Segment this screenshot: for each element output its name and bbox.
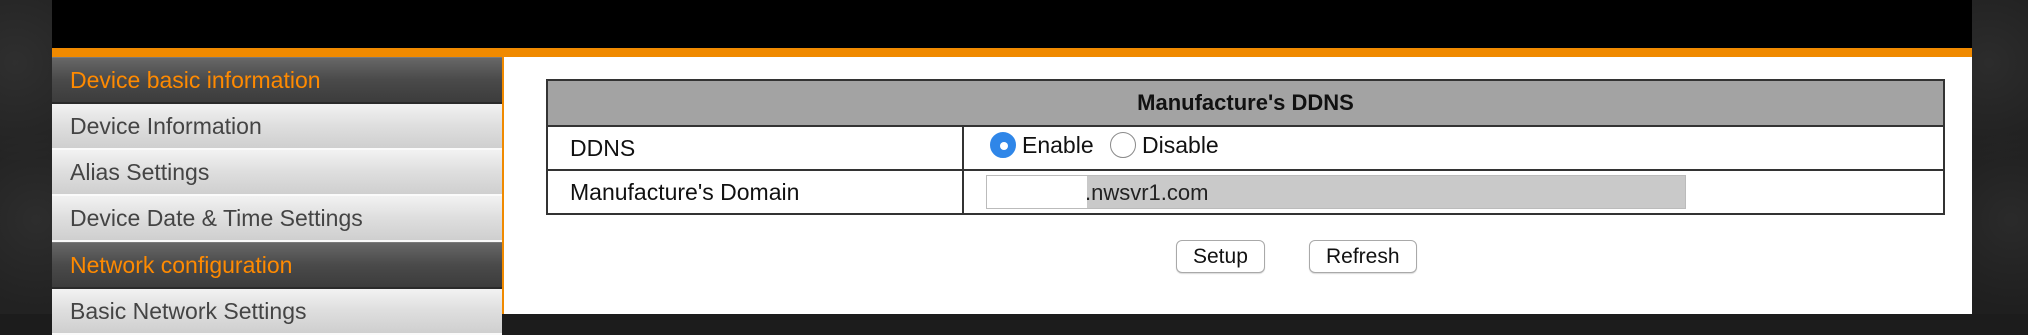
ddns-label: DDNS [546,125,964,171]
panel-title: Manufacture's DDNS [546,79,1945,127]
sidebar-item-date-time-settings[interactable]: Device Date & Time Settings [52,196,502,242]
sidebar: Device basic information Device Informat… [52,57,504,335]
top-bar [52,0,1972,48]
domain-cell: .nwsvr1.com [962,169,1945,215]
app-frame: Device basic information Device Informat… [52,0,1972,335]
enable-label: Enable [1022,131,1094,158]
background-right [1972,0,2028,314]
ddns-panel: Manufacture's DDNS DDNS Enable Disable M… [546,79,1945,215]
disable-option[interactable]: Disable [1110,132,1219,159]
enable-radio[interactable] [990,132,1016,159]
domain-field[interactable]: .nwsvr1.com [986,175,1686,209]
disable-radio[interactable] [1110,132,1137,159]
table-row: Manufacture's Domain .nwsvr1.com [546,169,1945,215]
sidebar-section-device-basic-information[interactable]: Device basic information [52,57,502,104]
domain-value: .nwsvr1.com [1085,180,1209,205]
sidebar-item-alias-settings[interactable]: Alias Settings [52,150,502,196]
table-row: DDNS Enable Disable [546,125,1945,171]
sidebar-item-basic-network-settings[interactable]: Basic Network Settings [52,289,502,335]
setup-button[interactable]: Setup [1176,240,1265,273]
refresh-button[interactable]: Refresh [1309,240,1417,273]
domain-label: Manufacture's Domain [546,169,964,215]
disable-label: Disable [1142,131,1219,158]
sidebar-section-network-configuration[interactable]: Network configuration [52,242,502,289]
background-left [0,0,52,314]
sidebar-item-device-information[interactable]: Device Information [52,104,502,150]
enable-option[interactable]: Enable [990,132,1094,159]
ddns-options: Enable Disable [962,125,1945,171]
accent-divider [52,48,1972,57]
ddns-table: Manufacture's DDNS DDNS Enable Disable M… [546,79,1945,215]
